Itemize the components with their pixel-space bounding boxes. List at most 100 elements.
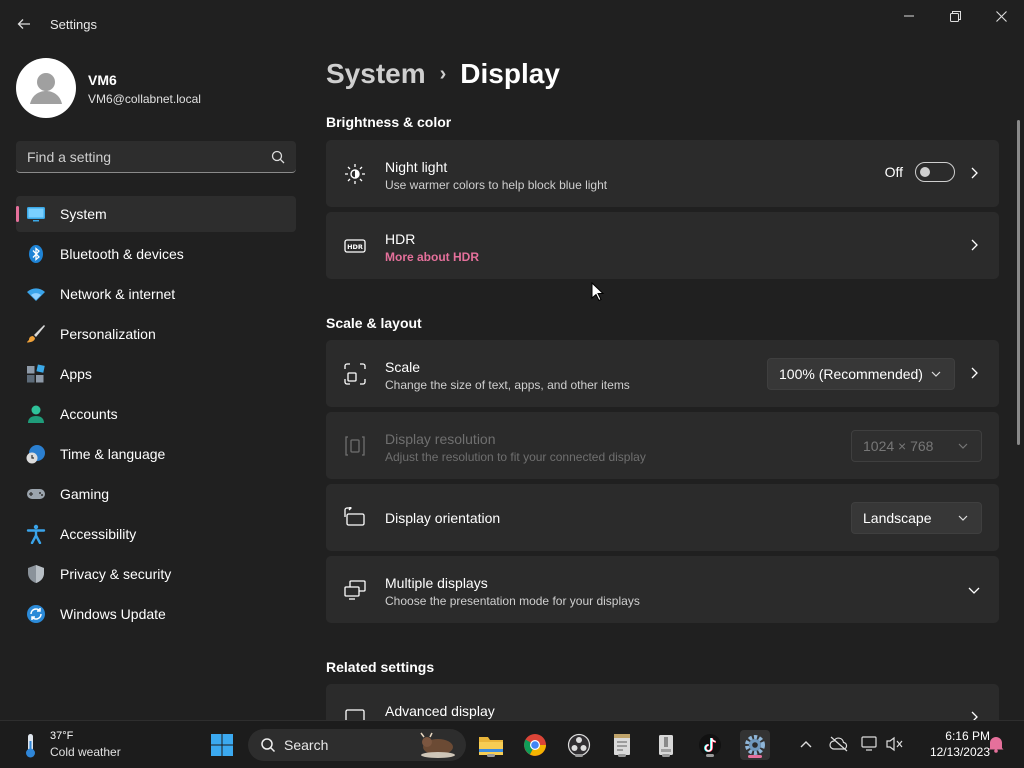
night-light-toggle-group: Off (885, 162, 955, 182)
close-button[interactable] (978, 0, 1024, 32)
sidebar-item-accounts[interactable]: Accounts (16, 396, 296, 432)
main-content: System › Display Brightness & color Nigh… (326, 48, 1000, 720)
nav-list: System Bluetooth & devices Network & int… (16, 196, 296, 636)
night-light-toggle[interactable] (915, 162, 955, 182)
scale-dropdown-value: 100% (Recommended) (779, 366, 923, 382)
sidebar-item-label: Accessibility (60, 526, 137, 542)
display-orientation-card: Display orientation Landscape (326, 484, 999, 551)
notifications-button[interactable] (985, 733, 1007, 755)
brightness-icon (345, 164, 365, 184)
arrow-left-icon (17, 19, 30, 29)
restore-button[interactable] (932, 0, 978, 32)
scale-card[interactable]: Scale Change the size of text, apps, and… (326, 340, 999, 407)
search-box[interactable] (16, 141, 296, 173)
orientation-icon (344, 507, 365, 526)
sidebar-item-bluetooth[interactable]: Bluetooth & devices (16, 236, 296, 272)
resolution-dropdown-value: 1024 × 768 (863, 438, 934, 454)
person-icon (28, 405, 44, 423)
taskbar-clock[interactable]: 6:16 PM 12/13/2023 (910, 729, 990, 759)
bell-icon (988, 737, 1004, 753)
sidebar-item-accessibility[interactable]: Accessibility (16, 516, 296, 552)
back-button[interactable] (10, 10, 38, 38)
tiktok-button[interactable] (696, 731, 724, 759)
breadcrumb: System › Display (326, 58, 560, 90)
monitor-icon (345, 709, 365, 720)
sidebar-item-gaming[interactable]: Gaming (16, 476, 296, 512)
night-light-card[interactable]: Night light Use warmer colors to help bl… (326, 140, 999, 207)
sidebar-item-label: Accounts (60, 406, 118, 422)
wifi-icon (27, 288, 45, 301)
sidebar-item-label: Network & internet (60, 286, 176, 302)
sidebar-item-privacy[interactable]: Privacy & security (16, 556, 296, 592)
volume-tray-button[interactable] (884, 733, 906, 755)
folder-icon (479, 737, 503, 755)
night-light-subtitle: Use warmer colors to help block blue lig… (385, 178, 608, 192)
taskbar-search-label: Search (284, 737, 329, 753)
weather-widget[interactable]: 37°F Cold weather (18, 729, 138, 761)
search-icon (261, 738, 276, 753)
advanced-display-title: Advanced display (385, 703, 495, 719)
hdr-card[interactable]: HDR HDR More about HDR (326, 212, 999, 279)
shield-icon (28, 565, 44, 583)
close-icon (995, 10, 1007, 22)
weather-temperature: 37°F (50, 730, 74, 742)
clock-globe-icon (26, 445, 45, 464)
chevron-down-icon (968, 587, 980, 594)
show-hidden-icons-button[interactable] (795, 733, 817, 755)
running-indicator (487, 754, 495, 757)
orientation-dropdown-value: Landscape (863, 510, 932, 526)
running-indicator (706, 754, 714, 757)
cloud-offline-icon (829, 736, 848, 752)
brush-icon (27, 325, 45, 343)
sidebar-item-label: Apps (60, 366, 92, 382)
obs-button[interactable] (565, 731, 593, 759)
multiple-displays-card[interactable]: Multiple displays Choose the presentatio… (326, 556, 999, 623)
scrollbar[interactable] (1017, 120, 1020, 445)
resolution-dropdown: 1024 × 768 (851, 430, 982, 462)
start-button[interactable] (208, 731, 236, 759)
hdr-more-link[interactable]: More about HDR (385, 250, 479, 264)
monitor-icon (27, 207, 45, 222)
restore-icon (949, 10, 961, 22)
settings-app-button[interactable] (740, 730, 770, 760)
multiple-displays-title: Multiple displays (385, 575, 488, 591)
notepad-app-button[interactable] (608, 731, 636, 759)
network-tray-button[interactable] (859, 733, 881, 755)
apps-icon (27, 364, 45, 383)
sidebar-item-apps[interactable]: Apps (16, 356, 296, 392)
sidebar-item-time-language[interactable]: Time & language (16, 436, 296, 472)
orientation-title: Display orientation (385, 510, 501, 526)
gamepad-icon (27, 489, 45, 499)
chevron-right-icon (971, 239, 978, 251)
chrome-icon (524, 734, 546, 756)
onedrive-tray-button[interactable] (828, 733, 850, 755)
archive-app-button[interactable] (652, 731, 680, 759)
sidebar-item-label: Privacy & security (60, 566, 172, 582)
sidebar-item-personalization[interactable]: Personalization (16, 316, 296, 352)
sidebar-item-label: Time & language (60, 446, 166, 462)
advanced-display-card[interactable]: Advanced display (326, 684, 999, 720)
volume-muted-icon (886, 736, 903, 752)
minimize-button[interactable] (886, 0, 932, 32)
sidebar-item-label: Bluetooth & devices (60, 246, 184, 262)
file-explorer-button[interactable] (477, 731, 505, 759)
search-input[interactable] (16, 141, 266, 172)
user-profile[interactable]: VM6 VM6@collabnet.local (16, 58, 306, 118)
clock-time: 6:16 PM (945, 729, 990, 743)
breadcrumb-parent[interactable]: System (326, 58, 426, 90)
thermometer-icon (26, 734, 35, 758)
taskbar-search[interactable]: Search (248, 729, 466, 761)
chevron-down-icon (958, 443, 968, 449)
clock-date: 12/13/2023 (929, 745, 990, 759)
scale-dropdown[interactable]: 100% (Recommended) (767, 358, 955, 390)
gear-icon (745, 735, 765, 755)
person-icon (30, 73, 62, 104)
section-title-related: Related settings (326, 659, 435, 675)
sidebar-item-system[interactable]: System (16, 196, 296, 232)
sidebar-item-windows-update[interactable]: Windows Update (16, 596, 296, 632)
orientation-dropdown[interactable]: Landscape (851, 502, 982, 534)
chevron-up-icon (800, 741, 812, 748)
sidebar-item-network[interactable]: Network & internet (16, 276, 296, 312)
chrome-button[interactable] (521, 731, 549, 759)
avatar (16, 58, 76, 118)
